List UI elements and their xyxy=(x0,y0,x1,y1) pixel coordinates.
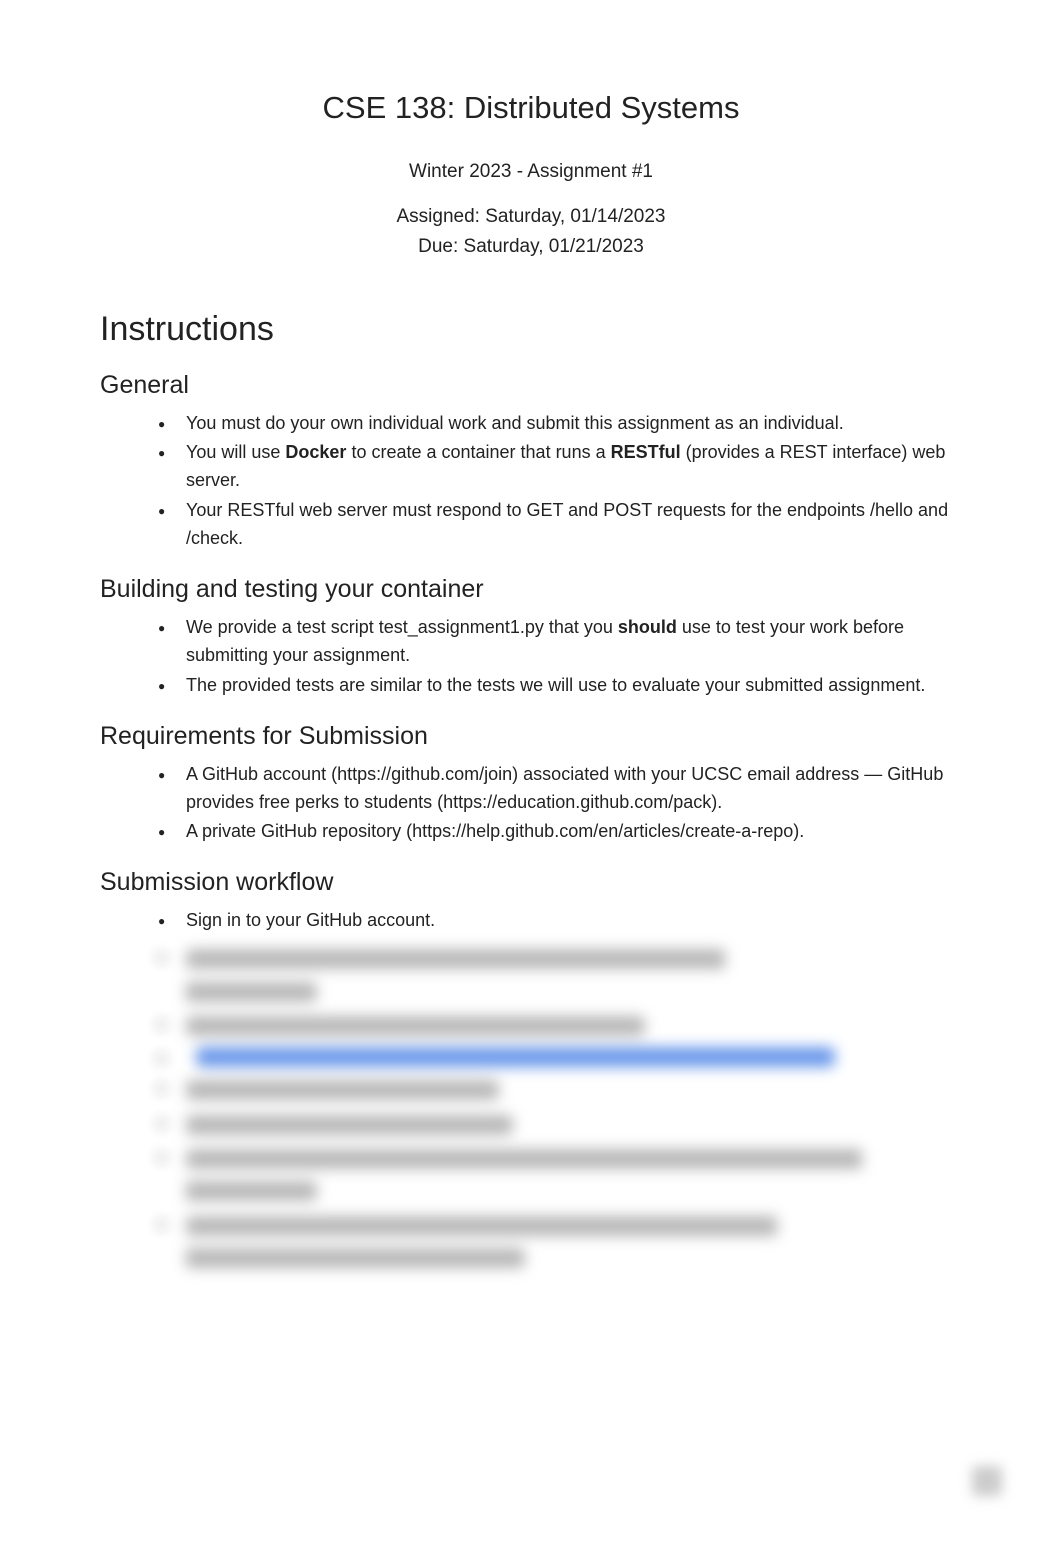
blurred-list-item: xxxxx xxxxx xxxxxx xxxxxxxxxxx xxx xxxxx… xyxy=(158,1044,962,1072)
general-heading: General xyxy=(100,371,962,400)
blurred-list-item: xxxxx xxxxxxx xxxxxxxxxx xxx xxxxxxxxxx … xyxy=(158,943,962,1008)
text: to create a container that runs a xyxy=(346,442,610,462)
requirements-list: A GitHub account (https://github.com/joi… xyxy=(100,761,962,847)
page-corner-indicator xyxy=(972,1466,1002,1496)
blurred-submission-steps: xxxxx xxxxxxx xxxxxxxxxx xxx xxxxxxxxxx … xyxy=(100,943,962,1274)
list-item: Your RESTful web server must respond to … xyxy=(158,497,962,553)
document-title: CSE 138: Distributed Systems xyxy=(100,90,962,126)
blurred-list-item: xxxxxx xxxx xxxx xxxxxxx xxxx xxxxxxxx x… xyxy=(158,1210,962,1275)
due-line: Due: Saturday, 01/21/2023 xyxy=(100,233,962,262)
term-line: Winter 2023 - Assignment #1 xyxy=(100,158,962,187)
list-item: A private GitHub repository (https://hel… xyxy=(158,818,962,846)
blurred-list-item: xxxxx x xxxxxxxxxx xxxxx xxxxxxx xxxx xx… xyxy=(158,1143,962,1208)
building-list: We provide a test script test_assignment… xyxy=(100,614,962,700)
building-heading: Building and testing your container xyxy=(100,575,962,604)
list-item: You must do your own individual work and… xyxy=(158,410,962,438)
blurred-list-item: xxx xxx xxxxxxx xxxx xx xxxx xxxxxxxxxx xyxy=(158,1109,962,1141)
list-item: You will use Docker to create a containe… xyxy=(158,439,962,495)
list-item: The provided tests are similar to the te… xyxy=(158,672,962,700)
submission-list: Sign in to your GitHub account. xyxy=(100,907,962,935)
general-list: You must do your own individual work and… xyxy=(100,410,962,553)
list-item: Sign in to your GitHub account. xyxy=(158,907,962,935)
requirements-heading: Requirements for Submission xyxy=(100,722,962,751)
document-subtitle-group: Winter 2023 - Assignment #1 Assigned: Sa… xyxy=(100,158,962,262)
bold-text: Docker xyxy=(285,442,346,462)
bold-text: should xyxy=(618,617,677,637)
instructions-heading: Instructions xyxy=(100,310,962,349)
text: We provide a test script test_assignment… xyxy=(186,617,618,637)
list-item: We provide a test script test_assignment… xyxy=(158,614,962,670)
list-item: A GitHub account (https://github.com/joi… xyxy=(158,761,962,817)
submission-heading: Submission workflow xyxy=(100,868,962,897)
text: You will use xyxy=(186,442,285,462)
bold-text: RESTful xyxy=(611,442,681,462)
blurred-list-item: xxxx xxx xxx xx xxxxxx x xxxxxxxxxxx xx … xyxy=(158,1010,962,1042)
blurred-list-item: xxxxx xxxx xxxxxxxxxx xx xxxx xxxxxxx xyxy=(158,1074,962,1106)
assigned-line: Assigned: Saturday, 01/14/2023 xyxy=(100,203,962,232)
